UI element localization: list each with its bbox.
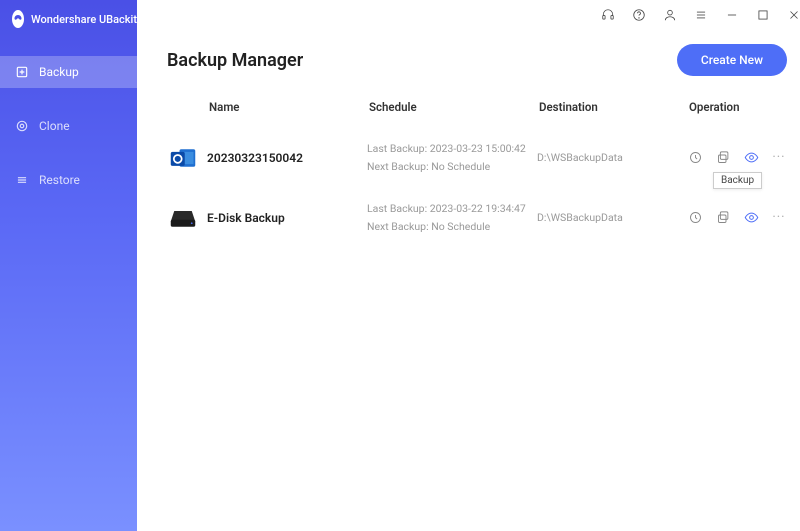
user-icon[interactable] (662, 8, 677, 23)
titlebar (137, 0, 800, 30)
backup-schedule: Last Backup: 2023-03-23 15:00:42 Next Ba… (367, 140, 537, 176)
backup-now-icon[interactable] (715, 150, 731, 166)
col-destination: Destination (539, 100, 689, 114)
table-row: 20230323150042 Last Backup: 2023-03-23 1… (167, 128, 787, 188)
table-header: Name Schedule Destination Operation (167, 94, 787, 128)
backup-name: E-Disk Backup (207, 211, 367, 225)
last-backup: Last Backup: 2023-03-22 19:34:47 (367, 200, 537, 218)
sidebar-item-label: Backup (39, 65, 79, 79)
operation-cell: ··· Backup (687, 150, 787, 166)
sidebar-nav: Backup Clone Restore (0, 42, 137, 196)
butterfly-icon (12, 10, 24, 28)
more-icon[interactable]: ··· (771, 150, 787, 166)
minimize-icon[interactable] (724, 8, 739, 23)
next-backup: Next Backup: No Schedule (367, 218, 537, 236)
app-logo: Wondershare UBackit (0, 0, 137, 42)
sidebar-item-backup[interactable]: Backup (0, 56, 137, 88)
restore-icon (15, 173, 29, 187)
sidebar-item-label: Clone (39, 119, 70, 133)
close-icon[interactable] (786, 8, 800, 23)
sidebar-item-clone[interactable]: Clone (0, 110, 137, 142)
view-icon[interactable] (743, 150, 759, 166)
backup-icon (15, 65, 29, 79)
sidebar-item-label: Restore (39, 173, 80, 187)
more-icon[interactable]: ··· (771, 210, 787, 226)
main: Backup Manager Create New Name Schedule … (137, 0, 800, 531)
headset-icon[interactable] (600, 8, 615, 23)
tooltip: Backup (713, 172, 762, 189)
schedule-settings-icon[interactable] (687, 210, 703, 226)
backup-name: 20230323150042 (207, 151, 367, 165)
page-header: Backup Manager Create New (137, 30, 800, 94)
operation-cell: ··· (687, 210, 787, 226)
sidebar: Wondershare UBackit Backup Clone Restore (0, 0, 137, 531)
col-name: Name (209, 100, 369, 114)
backup-now-icon[interactable] (715, 210, 731, 226)
page-title: Backup Manager (167, 50, 303, 71)
schedule-settings-icon[interactable] (687, 150, 703, 166)
table-row: E-Disk Backup Last Backup: 2023-03-22 19… (167, 188, 787, 248)
backup-schedule: Last Backup: 2023-03-22 19:34:47 Next Ba… (367, 200, 537, 236)
last-backup: Last Backup: 2023-03-23 15:00:42 (367, 140, 537, 158)
col-operation: Operation (689, 100, 787, 114)
maximize-icon[interactable] (755, 8, 770, 23)
next-backup: Next Backup: No Schedule (367, 158, 537, 176)
disk-icon (167, 202, 199, 234)
sidebar-item-restore[interactable]: Restore (0, 164, 137, 196)
clone-icon (15, 119, 29, 133)
outlook-icon (167, 142, 199, 174)
app-name: Wondershare UBackit (31, 13, 137, 26)
create-new-button[interactable]: Create New (677, 44, 787, 76)
backup-destination: D:\WSBackupData (537, 211, 687, 224)
menu-icon[interactable] (693, 8, 708, 23)
backup-table: Name Schedule Destination Operation 2023… (137, 94, 800, 247)
col-schedule: Schedule (369, 100, 539, 114)
backup-destination: D:\WSBackupData (537, 151, 687, 164)
view-icon[interactable] (743, 210, 759, 226)
help-icon[interactable] (631, 8, 646, 23)
